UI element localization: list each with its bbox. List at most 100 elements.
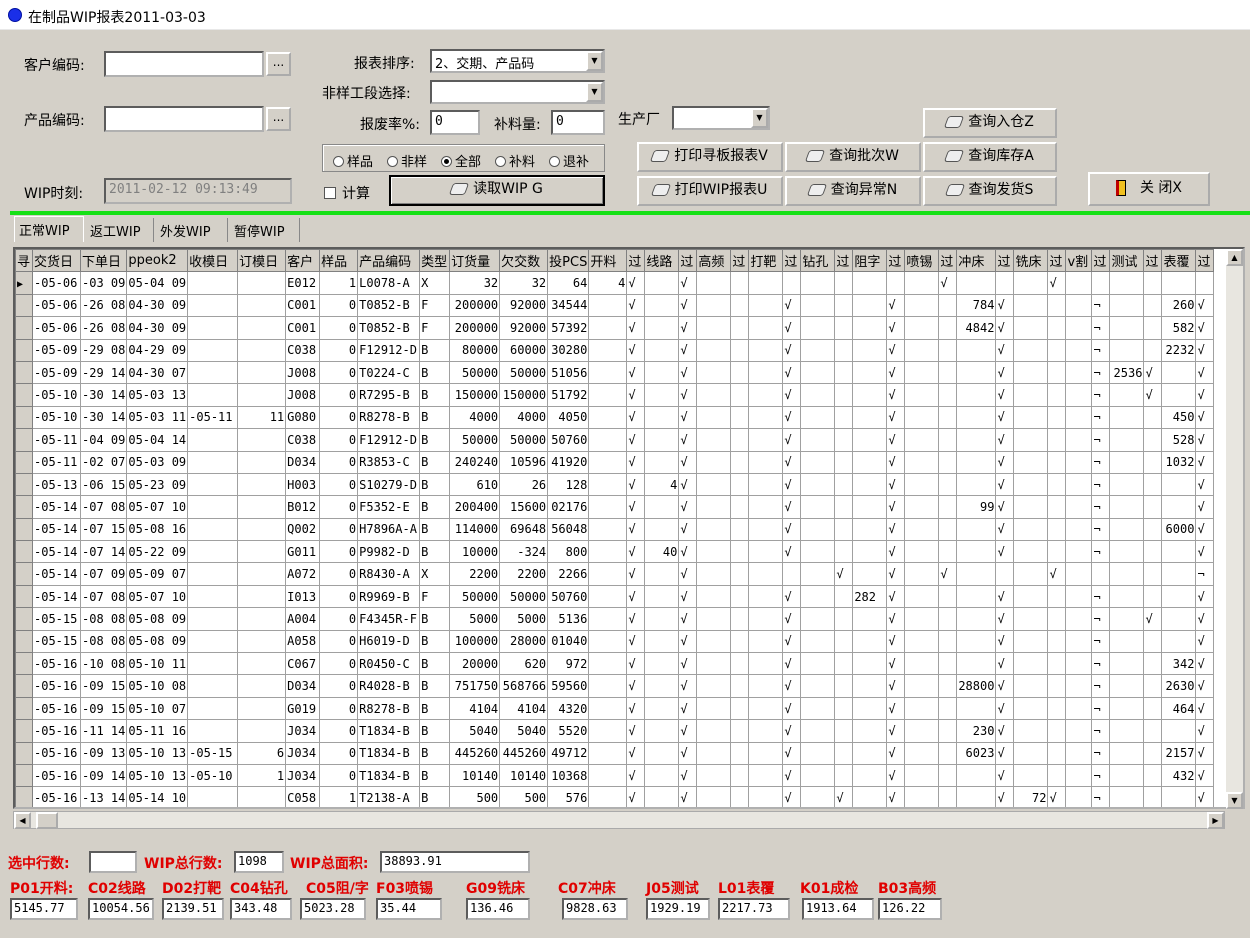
table-cell[interactable]: √ [938,271,958,295]
table-cell[interactable]: -05-09 [32,338,81,362]
table-cell[interactable]: R3853-C [357,450,421,474]
table-cell[interactable]: J008 [285,383,321,407]
table-cell[interactable] [800,629,836,654]
table-cell[interactable] [956,584,997,609]
table-cell[interactable] [834,428,854,452]
table-row[interactable]: -05-15 -08 08 05-08 09 A004 0 F4345R-F B 5000 50… [15,607,1215,631]
table-cell[interactable] [644,271,680,295]
table-cell[interactable]: 260 [1161,293,1197,318]
table-cell[interactable] [1013,696,1049,721]
table-cell[interactable] [237,719,287,743]
table-cell[interactable]: F [419,584,451,609]
table-cell[interactable]: √ [782,584,802,609]
table-cell[interactable] [1143,428,1163,452]
column-header[interactable]: 过 [782,249,802,273]
table-cell[interactable]: -05-06 [32,271,81,295]
table-cell[interactable] [1013,293,1049,318]
table-cell[interactable] [1065,360,1093,385]
customer-browse-button[interactable]: ... [266,52,291,76]
table-cell[interactable]: √ [678,719,698,743]
table-cell[interactable]: -05-16 [32,696,81,721]
table-cell[interactable] [1143,674,1163,698]
table-cell[interactable] [696,517,732,542]
table-cell[interactable]: √ [626,741,646,765]
table-cell[interactable]: 4104 [499,696,549,721]
table-cell[interactable]: 32 [449,271,501,295]
table-cell[interactable] [852,360,888,385]
table-cell[interactable] [852,271,888,295]
table-cell[interactable] [956,763,997,788]
table-cell[interactable]: -11 14 [79,719,128,743]
table-cell[interactable] [1013,674,1049,698]
table-cell[interactable]: √ [782,316,802,340]
scroll-left-icon[interactable]: ◀ [14,812,31,829]
table-cell[interactable]: 0 [319,652,359,676]
table-cell[interactable] [1065,540,1093,564]
table-cell[interactable]: √ [678,517,698,542]
table-cell[interactable]: 15600 [499,495,549,519]
table-cell[interactable]: √ [1195,517,1215,542]
table-cell[interactable] [938,383,958,407]
table-cell[interactable]: -13 14 [79,786,128,807]
table-cell[interactable] [1161,495,1197,519]
table-cell[interactable]: √ [995,428,1015,452]
table-cell[interactable] [187,338,239,362]
table-cell[interactable] [782,562,802,586]
table-cell[interactable]: √ [626,472,646,497]
table-row[interactable]: -05-09 -29 08 04-29 09 C038 0 F12912-D B 80000 6… [15,338,1215,362]
table-cell[interactable] [852,629,888,654]
table-cell[interactable]: √ [995,674,1015,698]
print-wip-button[interactable]: 打印WIP报表U [637,176,783,206]
table-cell[interactable] [800,405,836,430]
table-cell[interactable]: B [419,741,451,765]
table-row[interactable]: -05-16 -11 14 05-11 16 J034 0 T1834-B B 5040 504… [15,719,1215,743]
table-cell[interactable]: √ [678,763,698,788]
table-cell[interactable]: 69648 [499,517,549,542]
column-header[interactable]: 阻字 [852,249,888,273]
table-cell[interactable] [904,607,940,631]
table-cell[interactable]: -05-15 [32,629,81,654]
table-cell[interactable]: √ [834,786,854,807]
table-cell[interactable]: √ [678,696,698,721]
table-cell[interactable]: C058 [285,786,321,807]
table-cell[interactable]: 2266 [547,562,590,586]
table-cell[interactable]: B [419,360,451,385]
table-cell[interactable]: T0224-C [357,360,421,385]
table-cell[interactable]: √ [1195,450,1215,474]
table-cell[interactable]: √ [1195,338,1215,362]
table-cell[interactable]: -26 08 [79,293,128,318]
column-header[interactable]: 收模日 [187,249,239,273]
table-cell[interactable]: √ [1195,763,1215,788]
table-cell[interactable]: 28800 [956,674,997,698]
table-cell[interactable]: -05-10 [187,763,239,788]
product-browse-button[interactable]: ... [266,107,291,131]
table-cell[interactable]: P9982-D [357,540,421,564]
table-cell[interactable]: √ [782,763,802,788]
table-cell[interactable] [1047,360,1067,385]
table-cell[interactable]: 50000 [499,360,549,385]
table-cell[interactable] [1161,584,1197,609]
table-cell[interactable]: √ [1143,383,1163,407]
table-cell[interactable] [834,271,854,295]
table-cell[interactable]: R0450-C [357,652,421,676]
table-cell[interactable] [1013,719,1049,743]
table-cell[interactable] [644,517,680,542]
table-cell[interactable] [904,719,940,743]
table-cell[interactable] [1143,338,1163,362]
table-cell[interactable] [730,405,750,430]
table-cell[interactable] [696,607,732,631]
table-cell[interactable]: -05-16 [32,652,81,676]
table-cell[interactable] [938,495,958,519]
table-cell[interactable] [852,763,888,788]
query-batch-button[interactable]: 查询批次W [785,142,921,172]
table-cell[interactable] [1161,719,1197,743]
row-indicator[interactable] [15,607,33,631]
column-header[interactable]: 过 [678,249,698,273]
table-cell[interactable] [904,338,940,362]
column-header[interactable]: ppeok2 [126,249,189,273]
table-cell[interactable] [1065,696,1093,721]
table-cell[interactable]: 05-04 09 [126,271,189,295]
table-cell[interactable] [1013,517,1049,542]
table-cell[interactable] [1065,338,1093,362]
table-cell[interactable]: √ [1195,719,1215,743]
